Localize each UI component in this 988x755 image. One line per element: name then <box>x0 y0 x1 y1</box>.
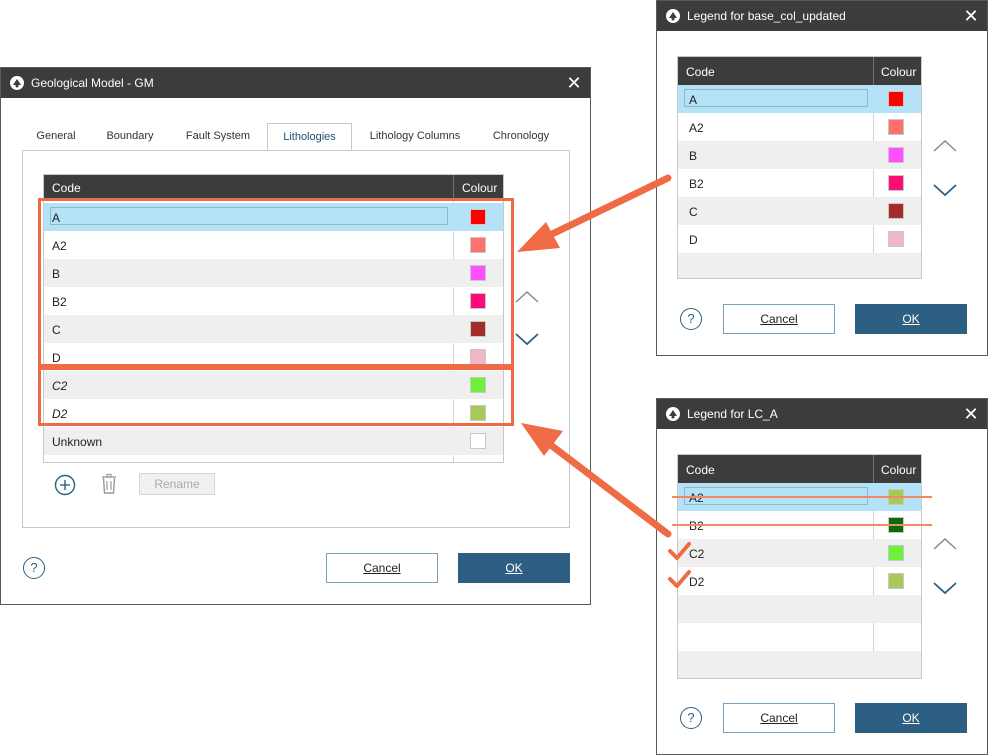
colour-swatch[interactable] <box>888 119 904 135</box>
colour-swatch[interactable] <box>888 573 904 589</box>
help-icon[interactable]: ? <box>23 557 45 579</box>
table-row[interactable]: B2 <box>678 169 921 197</box>
move-down-icon[interactable] <box>932 577 958 597</box>
dialog-title: Geological Model - GM <box>31 76 154 90</box>
col-header-code[interactable]: Code <box>686 65 715 79</box>
titlebar[interactable]: Geological Model - GM ✕ <box>1 68 590 98</box>
row-code: C <box>689 205 698 219</box>
ok-button[interactable]: OK <box>855 304 967 334</box>
move-up-icon[interactable] <box>932 535 958 555</box>
tab-boundary[interactable]: Boundary <box>94 123 166 151</box>
close-icon[interactable]: ✕ <box>961 6 981 26</box>
row-code: C2 <box>689 547 705 561</box>
highlight-box-base-rows <box>38 198 514 367</box>
colour-swatch[interactable] <box>888 91 904 107</box>
highlight-box-new-rows <box>38 367 514 426</box>
table-row[interactable]: C2 <box>678 539 921 567</box>
colour-swatch[interactable] <box>470 433 486 449</box>
cancel-label: Cancel <box>760 711 798 725</box>
move-up-icon[interactable] <box>514 288 540 308</box>
titlebar[interactable]: Legend for base_col_updated ✕ <box>657 1 987 31</box>
table-row[interactable] <box>678 253 921 278</box>
ok-button[interactable]: OK <box>855 703 967 733</box>
rename-button[interactable]: Rename <box>139 473 215 495</box>
titlebar[interactable]: Legend for LC_A ✕ <box>657 399 987 429</box>
colour-swatch[interactable] <box>888 545 904 561</box>
col-header-colour[interactable]: Colour <box>881 65 916 79</box>
row-code: Unknown <box>52 435 103 449</box>
colour-swatch[interactable] <box>888 231 904 247</box>
cancel-label: Cancel <box>363 561 401 575</box>
tab-bar: General Boundary Fault System Lithologie… <box>22 123 570 153</box>
grid-header: Code Colour <box>678 455 921 483</box>
cancel-button[interactable]: Cancel <box>723 304 835 334</box>
table-row[interactable]: A2 <box>678 113 921 141</box>
move-down-icon[interactable] <box>932 179 958 199</box>
strike-line-b2 <box>672 524 932 526</box>
code-edit-field[interactable] <box>684 89 868 107</box>
trash-icon[interactable] <box>99 473 119 495</box>
app-logo-icon <box>666 9 680 23</box>
close-icon[interactable]: ✕ <box>961 404 981 424</box>
app-logo-icon <box>10 76 24 90</box>
row-code: B2 <box>689 519 704 533</box>
dialog-title: Legend for LC_A <box>687 407 778 421</box>
colour-swatch[interactable] <box>888 175 904 191</box>
table-row[interactable]: Unknown <box>44 427 503 455</box>
tab-lithologies[interactable]: Lithologies <box>267 123 352 153</box>
header-separator <box>873 455 874 483</box>
colour-swatch[interactable] <box>888 147 904 163</box>
row-code: A2 <box>689 121 704 135</box>
row-code: A2 <box>689 491 704 505</box>
col-header-colour[interactable]: Colour <box>462 181 497 195</box>
close-icon[interactable]: ✕ <box>564 73 584 93</box>
table-row[interactable]: D <box>678 225 921 253</box>
row-code: A <box>689 93 698 107</box>
tab-general[interactable]: General <box>22 123 90 151</box>
grid-header: Code Colour <box>678 57 921 85</box>
col-header-code[interactable]: Code <box>52 181 81 195</box>
table-row[interactable] <box>678 651 921 678</box>
row-code: D <box>689 233 698 247</box>
help-icon[interactable]: ? <box>680 308 702 330</box>
table-row[interactable]: B <box>678 141 921 169</box>
row-code: B <box>689 149 698 163</box>
table-row[interactable]: D2 <box>678 567 921 595</box>
table-row[interactable]: C <box>678 197 921 225</box>
ok-label: OK <box>902 711 920 725</box>
dialog-title: Legend for base_col_updated <box>687 9 846 23</box>
row-code: D2 <box>689 575 705 589</box>
table-row[interactable] <box>678 623 921 651</box>
legend-lca-grid: Code Colour A2 B2 C2 D2 <box>677 454 922 679</box>
cancel-button[interactable]: Cancel <box>326 553 438 583</box>
legend-base-grid: Code Colour A A2 B B2 C D <box>677 56 922 279</box>
table-row[interactable]: A <box>678 85 921 113</box>
row-code: B2 <box>689 177 704 191</box>
col-header-colour[interactable]: Colour <box>881 463 916 477</box>
move-up-icon[interactable] <box>932 137 958 157</box>
move-down-icon[interactable] <box>514 328 540 348</box>
cancel-label: Cancel <box>760 312 798 326</box>
ok-label: OK <box>902 312 920 326</box>
ok-button[interactable]: OK <box>458 553 570 583</box>
tab-lithology-columns[interactable]: Lithology Columns <box>360 123 470 151</box>
cancel-button[interactable]: Cancel <box>723 703 835 733</box>
strike-line-a2 <box>672 496 932 498</box>
colour-swatch[interactable] <box>888 203 904 219</box>
help-icon[interactable]: ? <box>680 707 702 729</box>
app-logo-icon <box>666 407 680 421</box>
header-separator <box>453 175 454 199</box>
table-row[interactable] <box>678 595 921 623</box>
col-header-code[interactable]: Code <box>686 463 715 477</box>
tab-chronology[interactable]: Chronology <box>484 123 558 151</box>
grid-header: Code Colour <box>44 175 503 199</box>
header-separator <box>873 57 874 85</box>
add-icon[interactable] <box>54 474 76 496</box>
ok-label: OK <box>505 561 523 575</box>
tab-fault-system[interactable]: Fault System <box>174 123 262 151</box>
